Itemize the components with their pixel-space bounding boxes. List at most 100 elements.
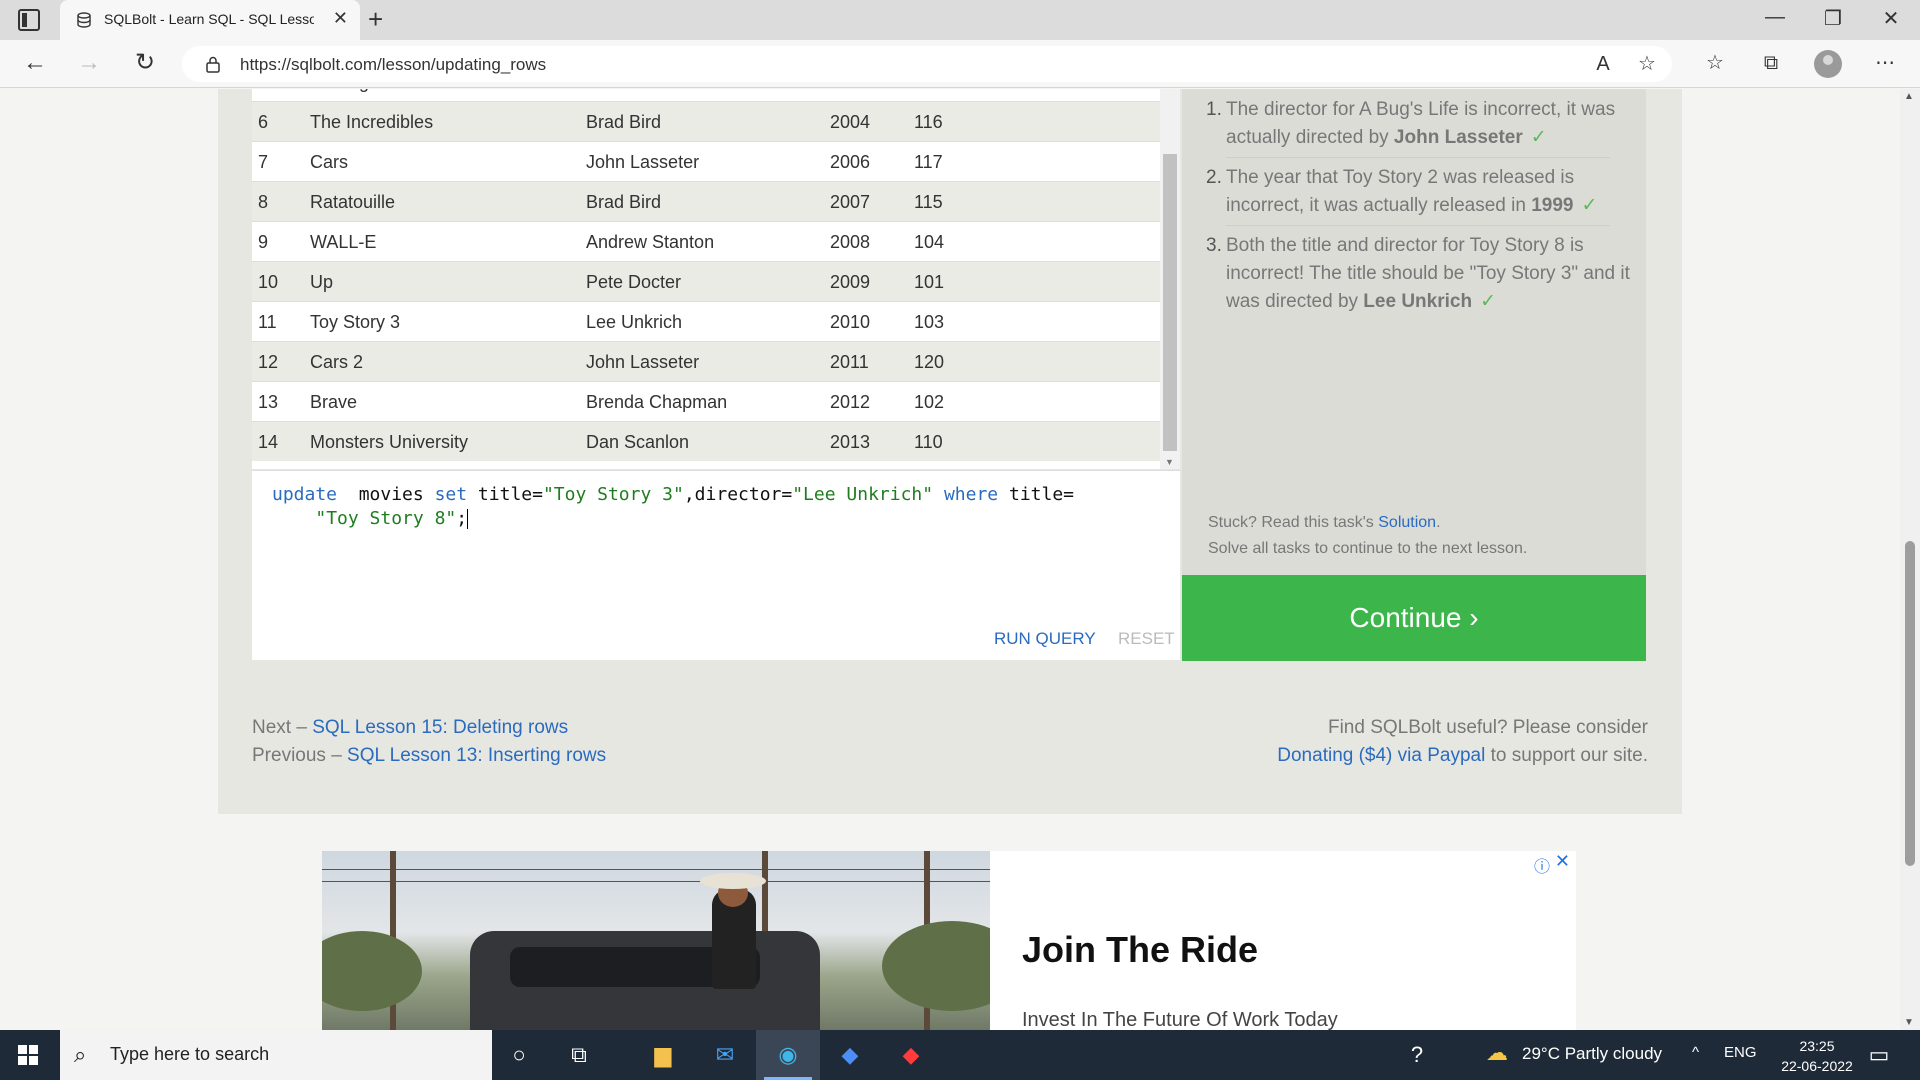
row-year: 2007 xyxy=(830,192,871,212)
tray-expand-icon[interactable]: ^ xyxy=(1692,1044,1699,1061)
tab-close-icon[interactable]: ✕ xyxy=(333,8,348,29)
row-year: 2013 xyxy=(830,432,871,452)
windows-taskbar: ⌕ Type here to search ○ ⧉ ▆ ✉ ◉ ◆ ◆ ? ☁ … xyxy=(0,1030,1920,1080)
help-icon[interactable]: ? xyxy=(1402,1040,1432,1070)
task-highlight: Lee Unkrich xyxy=(1363,291,1473,312)
browser-tab[interactable]: SQLBolt - Learn SQL - SQL Lesso ✕ xyxy=(60,0,360,40)
database-favicon-icon xyxy=(77,12,91,28)
row-year: 2006 xyxy=(830,152,871,172)
cortana-icon[interactable]: ○ xyxy=(504,1040,534,1070)
file-explorer-icon[interactable]: ▆ xyxy=(648,1040,678,1070)
refresh-icon[interactable]: ↻ xyxy=(130,48,160,78)
row-id: 10 xyxy=(258,272,279,292)
advertisement[interactable]: Join The Ride Invest In The Future Of Wo… xyxy=(322,851,1576,1030)
notifications-icon[interactable]: ▭ xyxy=(1864,1040,1894,1070)
dropbox-icon[interactable]: ◆ xyxy=(835,1040,865,1070)
read-aloud-icon[interactable]: A xyxy=(1588,49,1618,79)
more-menu-icon[interactable]: ⋯ xyxy=(1870,48,1900,78)
row-title: Up xyxy=(310,272,334,292)
table-row: 14 Monsters University Dan Scanlon 2013 110 xyxy=(252,421,1160,461)
code-string: "Lee Unkrich" xyxy=(792,484,934,505)
weather-icon[interactable]: ☁ xyxy=(1482,1038,1512,1068)
row-length: 116 xyxy=(914,112,943,132)
row-director: Lee Unkrich xyxy=(586,312,683,332)
table-row: 6 The Incredibles Brad Bird 2004 116 xyxy=(252,101,1160,141)
collections-icon[interactable]: ⧉ xyxy=(1756,48,1786,78)
run-query-button[interactable]: RUN QUERY xyxy=(994,629,1096,649)
row-director: Brad Bird xyxy=(586,112,662,132)
results-scroll-thumb[interactable] xyxy=(1163,154,1177,451)
page-viewport: 5Finding NemoAndrew Stanton20031076The I… xyxy=(0,89,1900,1030)
clock-time: 23:25 xyxy=(1799,1038,1835,1054)
check-icon: ✓ xyxy=(1581,195,1598,216)
windows-start-icon[interactable] xyxy=(18,1045,38,1065)
table-row: 7 Cars John Lasseter 2006 117 xyxy=(252,141,1160,181)
row-id: 7 xyxy=(258,152,269,172)
task-highlight: John Lasseter xyxy=(1393,127,1523,148)
weather-text[interactable]: 29°C Partly cloudy xyxy=(1522,1044,1662,1064)
row-year: 2011 xyxy=(830,352,869,372)
row-id: 8 xyxy=(258,192,269,212)
code-text: title= xyxy=(467,484,543,505)
ad-headline[interactable]: Join The Ride xyxy=(1022,929,1258,971)
continue-button[interactable]: Continue › xyxy=(1182,575,1646,661)
check-icon: ✓ xyxy=(1480,291,1496,312)
table-row: 9 WALL-E Andrew Stanton 2008 104 xyxy=(252,221,1160,261)
donate-section: Find SQLBolt useful? Please consider Don… xyxy=(1148,714,1648,770)
donate-link[interactable]: Donating ($4) via Paypal xyxy=(1277,745,1485,766)
ad-subline[interactable]: Invest In The Future Of Work Today xyxy=(1022,1009,1338,1030)
back-icon[interactable]: ← xyxy=(20,48,50,78)
scroll-down-arrow-icon[interactable]: ▼ xyxy=(1165,457,1174,467)
results-scrollbar[interactable]: ▼ xyxy=(1160,89,1180,469)
minimize-button[interactable]: — xyxy=(1760,6,1790,29)
page-scroll-thumb[interactable] xyxy=(1905,541,1915,866)
forward-icon[interactable]: → xyxy=(74,48,104,78)
next-lesson-link[interactable]: SQL Lesson 15: Deleting rows xyxy=(312,717,568,738)
ad-info-icon[interactable]: ⓘ xyxy=(1534,853,1550,877)
scroll-up-arrow-icon[interactable]: ▲ xyxy=(1904,91,1914,102)
favorite-add-icon[interactable]: ☆ xyxy=(1632,49,1662,79)
row-title: Ratatouille xyxy=(310,192,396,212)
app-diamond-icon[interactable]: ◆ xyxy=(896,1040,926,1070)
table-row: 10 Up Pete Docter 2009 101 xyxy=(252,261,1160,301)
row-id: 5 xyxy=(258,89,268,93)
row-length: 107 xyxy=(914,89,944,93)
task-view-icon[interactable]: ⧉ xyxy=(564,1040,594,1070)
query-editor[interactable]: update movies set title="Toy Story 3",di… xyxy=(252,470,1180,660)
previous-label: Previous – xyxy=(252,745,348,766)
taskbar-search-box[interactable]: ⌕ Type here to search xyxy=(60,1030,492,1080)
ad-image[interactable] xyxy=(322,851,990,1030)
table-row: 5 Finding Nemo Andrew Stanton 2003 107 xyxy=(252,89,1160,101)
profile-avatar[interactable] xyxy=(1814,50,1842,78)
table-row: 13 Brave Brenda Chapman 2012 102 xyxy=(252,381,1160,421)
lock-icon[interactable] xyxy=(204,55,222,73)
previous-lesson-link[interactable]: SQL Lesson 13: Inserting rows xyxy=(347,745,606,766)
row-length: 115 xyxy=(914,192,943,212)
row-length: 117 xyxy=(914,152,943,172)
query-code[interactable]: update movies set title="Toy Story 3",di… xyxy=(272,483,1074,531)
favorites-icon[interactable]: ☆ xyxy=(1700,48,1730,78)
mail-icon[interactable]: ✉ xyxy=(710,1040,740,1070)
ad-close-icon[interactable]: ✕ xyxy=(1555,851,1570,872)
row-year: 2003 xyxy=(830,89,870,93)
url-field[interactable]: https://sqlbolt.com/lesson/updating_rows… xyxy=(182,46,1672,82)
help-text: Stuck? Read this task's Solution. Solve … xyxy=(1208,510,1527,562)
scroll-down-arrow-icon[interactable]: ▼ xyxy=(1904,1017,1914,1028)
tab-actions-icon[interactable] xyxy=(18,9,40,31)
row-director: Andrew Stanton xyxy=(586,232,715,252)
edge-browser-icon[interactable]: ◉ xyxy=(773,1040,803,1070)
solution-link[interactable]: Solution xyxy=(1378,514,1436,531)
new-tab-button[interactable]: + xyxy=(368,4,383,35)
clock[interactable]: 23:25 22-06-2022 xyxy=(1762,1036,1872,1076)
language-indicator[interactable]: ENG xyxy=(1724,1044,1757,1061)
tasks-panel: 1. The director for A Bug's Life is inco… xyxy=(1182,89,1646,575)
reset-button[interactable]: RESET xyxy=(1118,629,1175,649)
browser-tab-bar: SQLBolt - Learn SQL - SQL Lesso ✕ + — ❐ … xyxy=(0,0,1920,40)
edge-taskbar-active[interactable]: ◉ xyxy=(756,1030,820,1080)
row-director: John Lasseter xyxy=(586,152,700,172)
next-label: Next – xyxy=(252,717,313,738)
page-scrollbar[interactable]: ▲ ▼ xyxy=(1900,89,1920,1030)
maximize-button[interactable]: ❐ xyxy=(1818,6,1848,31)
close-window-button[interactable]: ✕ xyxy=(1876,6,1906,31)
